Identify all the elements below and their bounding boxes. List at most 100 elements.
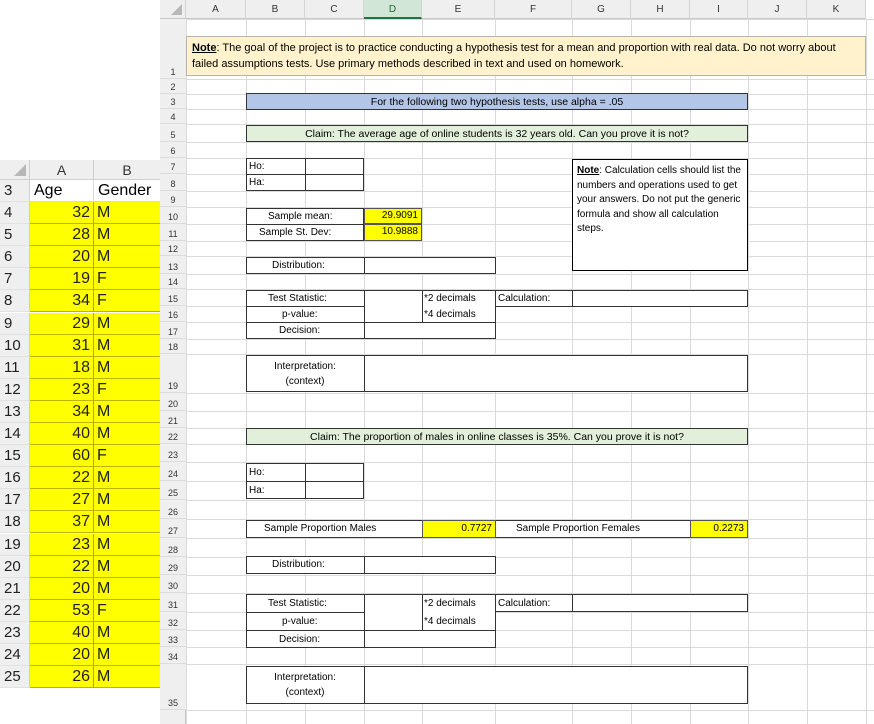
row-header[interactable]: 28 [160,538,186,557]
column-header-j[interactable]: J [748,0,807,19]
column-header-e[interactable]: E [422,0,495,19]
row-header[interactable]: 21 [0,577,30,600]
gender-cell[interactable]: F [94,290,160,313]
row-header[interactable]: 6 [160,142,186,158]
select-all-corner[interactable] [160,0,186,19]
column-header-a[interactable]: A [186,0,246,19]
gender-cell[interactable]: M [94,246,160,269]
age-cell[interactable]: 40 [30,621,94,644]
row-header[interactable]: 20 [0,555,30,578]
column-header-c[interactable]: C [305,0,364,19]
row-header[interactable]: 15 [160,289,186,306]
age-cell[interactable]: 29 [30,312,94,335]
row-header[interactable]: 30 [160,575,186,593]
row-header[interactable]: 14 [0,423,30,446]
row-header[interactable]: 23 [0,621,30,644]
row-header[interactable]: 8 [0,290,30,313]
age-cell[interactable]: 20 [30,644,94,667]
test1-decision-input[interactable] [365,323,495,338]
column-header-i[interactable]: I [690,0,748,19]
row-header[interactable]: 13 [160,256,186,274]
row-header[interactable]: 10 [0,334,30,357]
gender-cell[interactable]: M [94,666,160,689]
row-header[interactable]: 12 [160,241,186,256]
gender-cell[interactable]: M [94,224,160,247]
row-header[interactable]: 35 [160,664,186,710]
age-cell[interactable]: 34 [30,290,94,313]
age-cell[interactable]: 19 [30,268,94,291]
age-cell[interactable]: 34 [30,400,94,423]
gender-cell[interactable]: M [94,511,160,534]
row-header[interactable]: 31 [160,593,186,612]
column-header-a[interactable]: A [30,160,94,180]
test2-decision-input[interactable] [365,631,495,647]
gender-cell[interactable]: M [94,533,160,556]
row-header[interactable]: 18 [160,339,186,354]
row-header[interactable]: 15 [0,445,30,468]
row-header[interactable]: 2 [160,79,186,94]
test2-calculation-input[interactable] [572,594,748,612]
gender-cell[interactable]: M [94,400,160,423]
row-header[interactable]: 25 [160,481,186,500]
age-cell[interactable]: 20 [30,577,94,600]
row-header[interactable]: 8 [160,174,186,191]
gender-cell[interactable]: M [94,555,160,578]
gender-cell[interactable]: M [94,644,160,667]
gender-cell[interactable]: F [94,378,160,401]
side-note[interactable]: Note: Calculation cells should list the … [572,159,748,271]
age-cell[interactable]: 37 [30,511,94,534]
test1-sample-sd-value[interactable]: 10.9888 [364,224,422,241]
column-header-f[interactable]: F [495,0,572,19]
gender-cell[interactable]: M [94,423,160,446]
row-header[interactable]: 24 [0,644,30,667]
row-header[interactable]: 21 [160,411,186,428]
row-header[interactable]: 11 [160,224,186,241]
test2-prop-females-value[interactable]: 0.2273 [690,520,748,538]
column-header-h[interactable]: H [631,0,690,19]
age-cell[interactable]: 32 [30,202,94,225]
test2-test-statistic-input[interactable] [365,595,421,612]
test2-ha-input[interactable] [306,482,363,498]
row-header[interactable]: 17 [0,489,30,512]
row-header[interactable]: 22 [0,599,30,622]
row-header[interactable]: 20 [160,393,186,411]
age-cell[interactable]: 22 [30,555,94,578]
row-header[interactable]: 16 [160,306,186,322]
age-cell[interactable]: 27 [30,489,94,512]
test2-ho-input[interactable] [306,464,363,481]
row-header[interactable]: 4 [0,202,30,225]
top-note[interactable]: Note: The goal of the project is to prac… [186,36,866,76]
age-cell[interactable]: 31 [30,334,94,357]
test1-claim[interactable]: Claim: The average age of online student… [246,125,748,142]
row-header[interactable]: 4 [160,109,186,124]
alpha-banner[interactable]: For the following two hypothesis tests, … [246,93,748,110]
test2-p-value-input[interactable] [365,613,421,630]
age-cell[interactable]: 40 [30,423,94,446]
age-cell[interactable]: 28 [30,224,94,247]
gender-cell[interactable]: F [94,445,160,468]
gender-cell[interactable]: M [94,312,160,335]
row-header[interactable]: 9 [0,312,30,335]
row-header[interactable]: 22 [160,428,186,444]
row-header[interactable]: 33 [160,630,186,647]
test1-ha-input[interactable] [306,175,363,190]
test1-p-value-input[interactable] [365,307,421,322]
row-header[interactable]: 16 [0,467,30,490]
gender-cell[interactable]: M [94,467,160,490]
row-header[interactable]: 14 [160,274,186,289]
gender-cell[interactable]: M [94,621,160,644]
gender-cell[interactable]: M [94,577,160,600]
gender-cell[interactable]: M [94,334,160,357]
gender-cell[interactable]: F [94,268,160,291]
test1-calculation-input[interactable] [572,290,748,307]
age-header-cell[interactable]: Age [30,180,94,202]
gender-cell[interactable]: M [94,489,160,512]
row-header[interactable]: 27 [160,519,186,538]
row-header[interactable]: 5 [0,224,30,247]
gender-cell[interactable]: M [94,356,160,379]
age-cell[interactable]: 20 [30,246,94,269]
row-header[interactable]: 13 [0,400,30,423]
gender-cell[interactable]: M [94,202,160,225]
row-header[interactable]: 24 [160,462,186,481]
age-cell[interactable]: 23 [30,533,94,556]
